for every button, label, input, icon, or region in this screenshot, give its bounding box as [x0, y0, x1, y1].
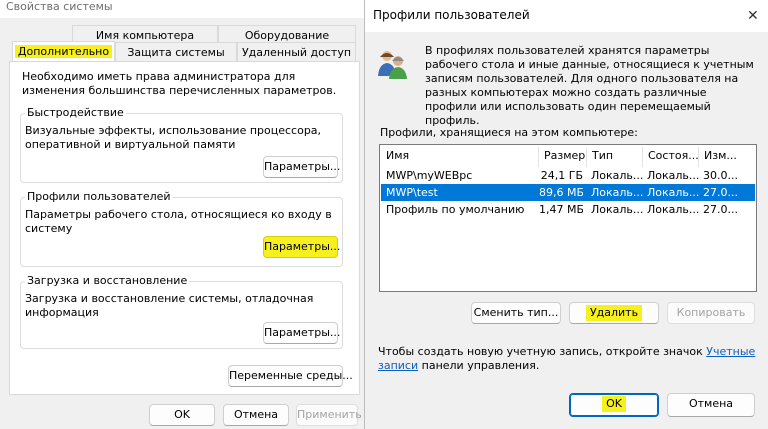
column-state[interactable]: Состоя... — [643, 147, 699, 167]
row-state: Локаль... — [647, 169, 699, 182]
row-type: Локаль... — [591, 186, 643, 199]
startup-recovery-settings-button[interactable]: Параметры... — [263, 322, 340, 344]
system-apply-button[interactable]: Применить — [296, 404, 362, 426]
group-user-profiles-text: Параметры рабочего стола, относящиеся ко… — [25, 208, 332, 235]
group-performance-text: Визуальные эффекты, использование процес… — [25, 124, 322, 151]
row-state: Локаль... — [647, 203, 699, 216]
user-profiles-dialog: Профили пользователей ✕ В профилях польз… — [364, 0, 768, 429]
dialog-ok-button[interactable]: OK — [569, 393, 659, 417]
admin-note: Необходимо иметь права администратора дл… — [22, 70, 337, 97]
group-startup-recovery-text: Загрузка и восстановление системы, отлад… — [25, 292, 314, 319]
dialog-cancel-button[interactable]: Отмена — [667, 393, 755, 417]
tab-advanced-label: Дополнительно — [14, 45, 113, 58]
system-cancel-button[interactable]: Отмена — [223, 404, 289, 426]
delete-button-label: Удалить — [585, 305, 643, 321]
group-startup-recovery: Загрузка и восстановление Загрузка и вос… — [20, 274, 343, 349]
row-modified: 27.0... — [703, 203, 738, 216]
group-user-profiles: Профили пользователей Параметры рабочего… — [20, 190, 343, 267]
profiles-info-text: В профилях пользователей хранятся параме… — [425, 44, 754, 127]
row-name: MWP\myWEBpc — [386, 169, 473, 182]
footer-text-before: Чтобы создать новую учетную запись, откр… — [378, 345, 707, 358]
tab-remote-access[interactable]: Удаленный доступ — [237, 42, 356, 62]
row-name: MWP\test — [386, 186, 438, 199]
row-size: 89,6 МБ — [539, 186, 583, 199]
profiles-list-header: Имя Размер Тип Состоя... Изм... — [380, 145, 756, 167]
group-performance-title: Быстродействие — [25, 106, 126, 119]
users-icon — [378, 51, 407, 79]
group-performance: Быстродействие Визуальные эффекты, испол… — [20, 106, 343, 183]
dialog-title: Профили пользователей — [373, 8, 530, 22]
footer-text: Чтобы создать новую учетную запись, откр… — [378, 345, 758, 373]
group-user-profiles-title: Профили пользователей — [25, 190, 173, 203]
dialog-ok-label: OK — [602, 396, 626, 412]
change-type-button[interactable]: Сменить тип... — [471, 302, 561, 324]
column-size[interactable]: Размер — [539, 147, 587, 167]
copy-button[interactable]: Копировать — [667, 302, 755, 324]
system-properties-titlebar: Свойства системы — [0, 0, 364, 18]
profiles-list-label: Профили, хранящиеся на этом компьютере: — [380, 126, 638, 139]
row-type: Локаль... — [591, 169, 643, 182]
row-size: 1,47 МБ — [539, 203, 583, 216]
row-name: Профиль по умолчанию — [386, 203, 525, 216]
column-type[interactable]: Тип — [587, 147, 643, 167]
row-type: Локаль... — [591, 203, 643, 216]
performance-settings-button[interactable]: Параметры... — [263, 156, 340, 178]
row-modified: 30.0... — [703, 169, 738, 182]
table-row[interactable]: Профиль по умолчанию 1,47 МБ Локаль... Л… — [381, 201, 755, 218]
row-modified: 27.0... — [703, 186, 738, 199]
row-state: Локаль... — [647, 186, 699, 199]
delete-button[interactable]: Удалить — [569, 302, 659, 324]
system-properties-window: Свойства системы Имя компьютера Оборудов… — [0, 0, 364, 429]
footer-text-after: панели управления. — [418, 359, 540, 372]
table-row[interactable]: MWP\myWEBpc 24,1 ГБ Локаль... Локаль... … — [381, 167, 755, 184]
close-icon[interactable]: ✕ — [747, 9, 759, 23]
tab-advanced[interactable]: Дополнительно — [12, 41, 115, 61]
system-ok-button[interactable]: OK — [149, 404, 215, 426]
table-row-selected[interactable]: MWP\test 89,6 МБ Локаль... Локаль... 27.… — [381, 184, 755, 201]
user-profiles-settings-button[interactable]: Параметры... — [263, 236, 340, 258]
column-modified[interactable]: Изм... — [699, 147, 755, 167]
row-size: 24,1 ГБ — [540, 169, 583, 182]
column-name[interactable]: Имя — [381, 147, 539, 167]
profiles-list[interactable]: Имя Размер Тип Состоя... Изм... MWP\myWE… — [379, 144, 757, 292]
tab-system-protection[interactable]: Защита системы — [115, 42, 237, 62]
user-profiles-titlebar: Профили пользователей ✕ — [365, 0, 768, 32]
window-title: Свойства системы — [6, 0, 113, 13]
group-startup-recovery-title: Загрузка и восстановление — [25, 274, 190, 287]
environment-variables-button[interactable]: Переменные среды... — [228, 365, 353, 387]
